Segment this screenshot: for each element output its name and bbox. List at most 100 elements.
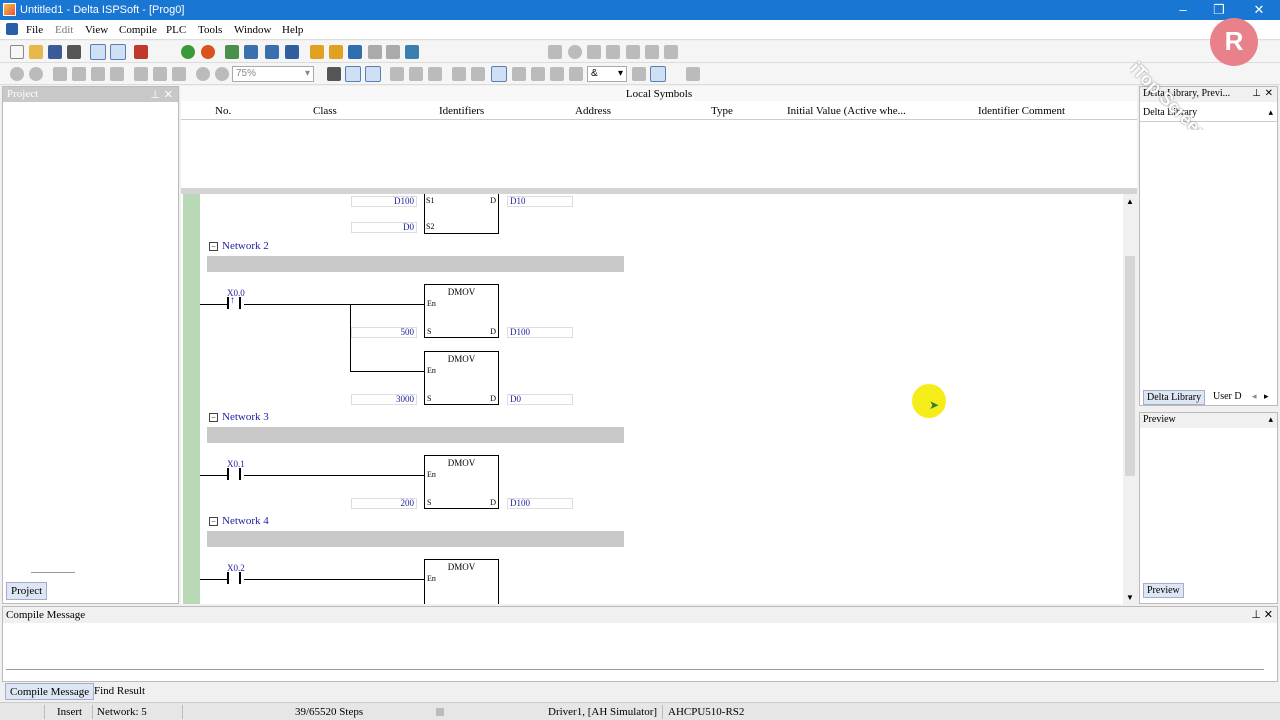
operand-s1[interactable]: D100 [351, 196, 417, 207]
zoom-in-icon[interactable] [196, 67, 210, 81]
online-icon[interactable] [225, 45, 239, 59]
vertical-line-icon[interactable] [632, 67, 646, 81]
comment-toggle-icon[interactable] [327, 67, 341, 81]
contact-x0-1[interactable]: X0.1 [227, 459, 245, 480]
menu-window[interactable]: Window [234, 24, 271, 36]
insert-above-icon[interactable] [409, 67, 423, 81]
find-icon[interactable] [134, 67, 148, 81]
menu-compile[interactable]: Compile [119, 24, 157, 36]
new-file-icon[interactable] [10, 45, 24, 59]
reset-debug-icon[interactable] [664, 45, 678, 59]
pointer-select-icon[interactable] [491, 66, 507, 82]
communication-icon[interactable] [368, 45, 382, 59]
column-identifiers[interactable]: Identifiers [439, 105, 484, 117]
insert-column-icon[interactable] [452, 67, 466, 81]
network-3-comment[interactable] [207, 427, 624, 443]
operand-dst[interactable]: D100 [507, 327, 573, 338]
branch-icon[interactable] [569, 67, 583, 81]
step-into-icon[interactable] [587, 45, 601, 59]
monitor-icon[interactable] [310, 45, 324, 59]
pin-icon[interactable]: ⊥ [1251, 608, 1261, 621]
zoom-out-icon[interactable] [215, 67, 229, 81]
function-block-icon[interactable] [550, 67, 564, 81]
dmov-block[interactable]: DMOV En S D [424, 455, 499, 509]
open-folder-icon[interactable] [29, 45, 43, 59]
continue-icon[interactable] [645, 45, 659, 59]
close-icon[interactable]: ✕ [1264, 608, 1273, 621]
monitor-list-icon[interactable] [329, 45, 343, 59]
device-icon[interactable] [348, 45, 362, 59]
menu-tools[interactable]: Tools [198, 24, 222, 36]
column-type[interactable]: Type [711, 105, 733, 117]
network-icon[interactable] [405, 45, 419, 59]
coil-icon[interactable] [531, 67, 545, 81]
column-initial-value[interactable]: Initial Value (Active whe... [787, 105, 906, 117]
network-4-comment[interactable] [207, 531, 624, 547]
column-address[interactable]: Address [575, 105, 611, 117]
operand-s2[interactable]: D0 [351, 222, 417, 233]
dmov-block[interactable]: DMOV En S D [424, 284, 499, 338]
save-icon[interactable] [48, 45, 62, 59]
collapse-icon[interactable]: − [209, 413, 218, 422]
column-class[interactable]: Class [313, 105, 337, 117]
tab-next-icon[interactable]: ▸ [1264, 391, 1269, 402]
function-block-partial[interactable]: S1 S2 D [424, 194, 499, 234]
layout-icon[interactable] [90, 44, 106, 60]
goto-icon[interactable] [172, 67, 186, 81]
contact-x0-2[interactable]: X0.2 [227, 563, 245, 584]
ladder-vertical-scrollbar[interactable]: ▲ ▼ [1123, 194, 1137, 604]
operand-src[interactable]: 3000 [351, 394, 417, 405]
dmov-block[interactable]: DMOV En S D [424, 351, 499, 405]
operand-src[interactable]: 500 [351, 327, 417, 338]
column-identifier-comment[interactable]: Identifier Comment [978, 105, 1065, 117]
copy-icon[interactable] [72, 67, 86, 81]
tab-find-result[interactable]: Find Result [90, 683, 149, 700]
network-3-header[interactable]: − Network 3 [209, 411, 269, 423]
contact-no-icon[interactable] [512, 67, 526, 81]
symbol-view-icon[interactable] [365, 66, 381, 82]
connect-icon[interactable] [650, 66, 666, 82]
operand-dst[interactable]: D0 [507, 394, 573, 405]
breakpoint-icon[interactable] [568, 45, 582, 59]
undo-icon[interactable] [10, 67, 24, 81]
dmov-block[interactable]: DMOV En [424, 559, 499, 604]
scroll-down-icon[interactable]: ▼ [1126, 593, 1134, 602]
menu-plc[interactable]: PLC [166, 24, 186, 36]
ladder-editor[interactable]: S1 S2 D D100 D0 D10 − Network 2 X0.0 ↑ DMO… [181, 194, 1137, 604]
debug-icon[interactable] [548, 45, 562, 59]
collapse-up-icon[interactable]: ▴ [1268, 414, 1273, 425]
tab-prev-icon[interactable]: ◂ [1252, 391, 1257, 402]
step-over-icon[interactable] [606, 45, 620, 59]
operand-src[interactable]: 200 [351, 498, 417, 509]
paste-icon[interactable] [91, 67, 105, 81]
tab-preview[interactable]: Preview [1143, 583, 1184, 598]
run-icon[interactable] [181, 45, 195, 59]
menu-view[interactable]: View [85, 24, 108, 36]
setup-icon[interactable] [386, 45, 400, 59]
zoom-select[interactable]: 75% ▾ [232, 66, 314, 82]
logic-select[interactable]: & ▾ [587, 66, 627, 82]
grid-view-icon[interactable] [345, 66, 361, 82]
network-4-header[interactable]: − Network 4 [209, 515, 269, 527]
table-icon[interactable] [686, 67, 700, 81]
menu-edit[interactable]: Edit [55, 24, 73, 36]
column-no[interactable]: No. [215, 105, 231, 117]
contact-x0-0[interactable]: X0.0 ↑ [227, 288, 245, 309]
horizontal-scrollbar[interactable] [6, 669, 1264, 670]
split-view-icon[interactable] [110, 44, 126, 60]
step-out-icon[interactable] [626, 45, 640, 59]
collapse-icon[interactable]: − [209, 517, 218, 526]
insert-network-icon[interactable] [390, 67, 404, 81]
mdi-icon[interactable] [6, 23, 18, 35]
scroll-up-icon[interactable]: ▲ [1126, 197, 1134, 206]
redo-icon[interactable] [29, 67, 43, 81]
menu-help[interactable]: Help [282, 24, 303, 36]
network-2-header[interactable]: − Network 2 [209, 240, 269, 252]
clear-icon[interactable] [110, 67, 124, 81]
compare-icon[interactable] [285, 45, 299, 59]
stop-icon[interactable] [201, 45, 215, 59]
download-icon[interactable] [244, 45, 258, 59]
close-icon[interactable]: ✕ [164, 88, 173, 101]
network-2-comment[interactable] [207, 256, 624, 272]
upload-icon[interactable] [265, 45, 279, 59]
